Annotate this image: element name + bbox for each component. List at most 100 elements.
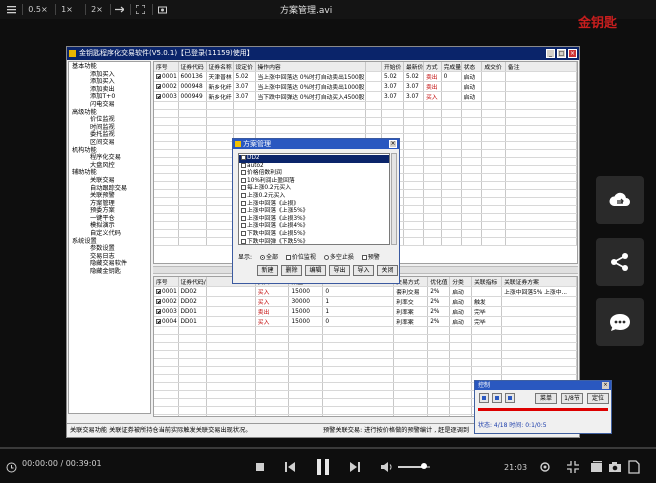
tree-item[interactable]: 委托监视	[72, 131, 150, 139]
export-button[interactable]: 导出	[329, 265, 350, 276]
table-row[interactable]: 0001 600136 天津普林 5.02 当上涨中回落达 0%时打自动卖出1500股,…	[154, 71, 577, 82]
new-button[interactable]: 新建	[257, 265, 278, 276]
scheme-checkbox[interactable]	[241, 208, 246, 214]
file-icon[interactable]	[628, 460, 640, 474]
mini-next-icon[interactable]	[505, 393, 515, 403]
settings-icon[interactable]	[538, 461, 552, 473]
row-checkbox[interactable]	[156, 298, 161, 304]
scheme-list-scrollbar[interactable]	[391, 153, 397, 245]
scheme-list[interactable]: DD2 auto2 价格倍数利润 10%利润止盈回落 每上涨0.2元买入 上涨0.2元买入…	[238, 153, 390, 245]
table-row[interactable]: 0003 DD01 卖出 15000 1 利率案 2% 启动 完毕	[154, 306, 577, 317]
scheme-list-item[interactable]: 上涨0.2元买入	[239, 192, 389, 201]
column-header[interactable]: 开始价	[381, 62, 404, 72]
close-icon[interactable]: ×	[568, 49, 577, 58]
tree-item[interactable]: 添加买入	[72, 78, 150, 86]
scheme-list-item[interactable]: 下跌中回弹《下跌5%》	[239, 238, 389, 244]
speed-half-button[interactable]: 0.5×	[27, 3, 49, 17]
column-header[interactable]: 分类	[449, 277, 473, 287]
scheme-list-item[interactable]: 上涨中回落《上涨5%》	[239, 208, 389, 216]
column-header[interactable]: 备注	[505, 62, 577, 72]
table-row[interactable]: 0002 000948 新乡化纤 3.07 当上涨中回落达 0%时打自动卖出1000股,…	[154, 81, 577, 92]
previous-icon[interactable]	[284, 461, 296, 473]
cloud-sync-button[interactable]	[596, 176, 644, 224]
scheme-checkbox[interactable]	[241, 192, 246, 198]
row-checkbox[interactable]	[156, 83, 161, 89]
column-header[interactable]: 证券代码	[178, 62, 207, 72]
mini-close-icon[interactable]: ×	[602, 382, 609, 389]
column-header[interactable]: 优化值	[427, 277, 451, 287]
table-row[interactable]: 0002 DD02 买入 30000 1 利率交 2% 启动 触发	[154, 296, 577, 307]
tree-item[interactable]: 程序化交易	[72, 154, 150, 162]
column-header[interactable]: 证券名称	[206, 62, 234, 72]
tree-item[interactable]: 自动跟踪交易	[72, 185, 150, 193]
column-header[interactable]: 最新价	[403, 62, 424, 72]
mini-section-button[interactable]: 1/8节	[561, 393, 583, 404]
tree-item[interactable]: 模拟演示	[72, 222, 150, 230]
scheme-list-item[interactable]: 每上涨0.2元买入	[239, 185, 389, 193]
playlist-icon[interactable]	[590, 460, 604, 474]
column-header[interactable]: 完成量	[441, 62, 462, 72]
column-header[interactable]: 设定价	[233, 62, 256, 72]
column-header[interactable]: 序号	[154, 62, 179, 72]
scheme-list-item[interactable]: DD2	[239, 155, 389, 163]
volume-icon[interactable]	[380, 461, 393, 473]
scheme-list-item[interactable]: 下跌中回落《止损5%》	[239, 230, 389, 239]
tree-item[interactable]: 价位监视	[72, 116, 150, 124]
pause-icon[interactable]	[313, 457, 333, 477]
check-multi-stop[interactable]: 多空止损	[323, 254, 354, 261]
stop-icon[interactable]	[254, 461, 266, 473]
fit-icon[interactable]	[113, 3, 125, 17]
column-header[interactable]: 状态	[461, 62, 483, 72]
row-checkbox[interactable]	[156, 73, 161, 79]
row-checkbox[interactable]	[156, 308, 161, 314]
menu-icon[interactable]	[5, 3, 17, 17]
check-price-monitor[interactable]: 价位监视	[285, 254, 316, 261]
scheme-checkbox[interactable]	[241, 223, 246, 229]
scheme-checkbox[interactable]	[241, 200, 246, 206]
check-prewarn[interactable]: 预警	[361, 254, 380, 261]
scheme-checkbox[interactable]	[241, 185, 246, 191]
row-checkbox[interactable]	[156, 318, 161, 324]
scheme-checkbox[interactable]	[241, 155, 246, 160]
edit-button[interactable]: 编辑	[305, 265, 326, 276]
column-header[interactable]	[365, 62, 382, 72]
mini-locate-button[interactable]: 定位	[587, 393, 609, 404]
row-checkbox[interactable]	[156, 93, 161, 99]
shrink-icon[interactable]	[566, 460, 580, 474]
next-icon[interactable]	[349, 461, 361, 473]
scheme-checkbox[interactable]	[241, 215, 246, 221]
scheme-checkbox[interactable]	[241, 238, 246, 244]
mini-play-icon[interactable]	[492, 393, 502, 403]
mini-menu-button[interactable]: 菜单	[535, 393, 557, 404]
column-header[interactable]: 证券代码/名称	[178, 277, 207, 287]
delete-button[interactable]: 删除	[281, 265, 302, 276]
scheme-checkbox[interactable]	[241, 170, 246, 176]
camera-icon[interactable]	[608, 460, 622, 474]
tree-item[interactable]: 隐藏金钥匙	[72, 268, 150, 276]
table-row[interactable]: 0001 DD02 买入 15000 0 套利交易 2% 启动 上涨中回落5% 上涨中...	[154, 286, 577, 297]
playback-progress-bar[interactable]	[0, 447, 656, 449]
minimize-icon[interactable]: _	[546, 49, 555, 58]
scheme-list-item[interactable]: 价格倍数利润	[239, 170, 389, 178]
fullscreen-icon[interactable]	[134, 3, 146, 17]
close-button[interactable]: 关闭	[377, 265, 398, 276]
mini-progress-bar[interactable]	[478, 408, 608, 411]
dialog-close-icon[interactable]: ×	[389, 140, 397, 148]
tree-group[interactable]: 基本功能	[72, 63, 150, 71]
share-button[interactable]	[596, 238, 644, 286]
table-row[interactable]: 0003 000949 新乡化纤 3.07 当下跌中回弹达 0%时打自动买入4500股,…	[154, 91, 577, 102]
scheme-checkbox[interactable]	[241, 162, 246, 168]
column-header[interactable]: 关联证券方案	[501, 277, 577, 287]
volume-slider[interactable]	[398, 463, 430, 469]
maximize-icon[interactable]: □	[557, 49, 566, 58]
tree-item[interactable]: 隐藏交易软件	[72, 260, 150, 268]
tree-group[interactable]: 辅助功能	[72, 169, 150, 177]
column-header[interactable]: 成交价	[481, 62, 506, 72]
scheme-checkbox[interactable]	[241, 177, 246, 183]
import-button[interactable]: 导入	[353, 265, 374, 276]
screenshot-icon[interactable]	[156, 3, 168, 17]
mini-prev-icon[interactable]	[479, 393, 489, 403]
scheme-list-item[interactable]: 上涨中回落《止损4%》	[239, 223, 389, 231]
tree-item[interactable]: 自定义代码	[72, 230, 150, 238]
column-header[interactable]: 序号	[154, 277, 179, 287]
